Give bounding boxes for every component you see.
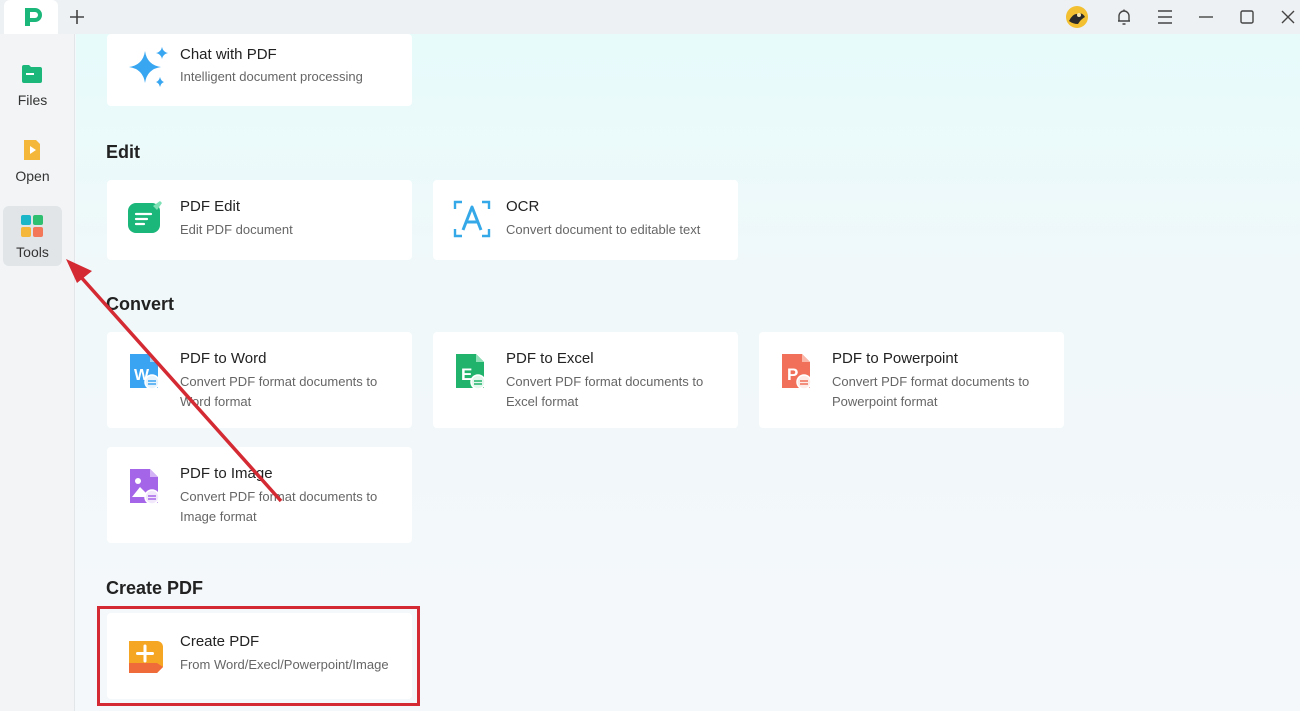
sidebar-item-tools[interactable]: Tools	[3, 206, 62, 266]
ocr-card[interactable]: OCR Convert document to editable text	[433, 180, 738, 260]
sidebar-item-label: Open	[15, 168, 50, 184]
card-description: Convert PDF format documents to Excel fo…	[506, 374, 704, 409]
pdf-edit-icon	[128, 201, 162, 233]
card-title: OCR	[506, 198, 540, 215]
card-description: Convert PDF format documents to Powerpoi…	[832, 374, 1030, 409]
sidebar: Files Open Tools	[0, 34, 75, 711]
avatar[interactable]	[1064, 4, 1090, 30]
pdf-edit-card[interactable]: PDF Edit Edit PDF document	[107, 180, 412, 260]
open-icon	[24, 140, 40, 160]
excel-icon: E	[456, 354, 486, 390]
sparkle-icon	[129, 47, 168, 87]
app-tab[interactable]	[4, 0, 58, 34]
card-description: Convert PDF format documents to Image fo…	[180, 489, 378, 524]
card-description: Convert document to editable text	[506, 222, 701, 237]
card-title: PDF to Powerpoint	[832, 350, 958, 367]
card-title: PDF Edit	[180, 198, 241, 215]
chat-with-pdf-card[interactable]: Chat with PDF Intelligent document proce…	[107, 34, 412, 106]
pdf-to-powerpoint-card[interactable]: P PDF to Powerpoint Convert PDF format d…	[759, 332, 1064, 428]
bell-icon[interactable]	[1111, 4, 1137, 30]
menu-icon[interactable]	[1152, 4, 1178, 30]
tools-panel: Chat with PDF Intelligent document proce…	[76, 34, 1300, 711]
section-title-convert: Convert	[106, 294, 175, 314]
create-pdf-icon	[129, 641, 163, 673]
pdf-to-excel-card[interactable]: E PDF to Excel Convert PDF format docume…	[433, 332, 738, 428]
ocr-icon	[453, 200, 491, 238]
tools-icon	[21, 215, 43, 237]
pdf-to-image-card[interactable]: PDF to Image Convert PDF format document…	[107, 447, 412, 543]
app-logo-icon	[25, 8, 42, 26]
section-title-edit: Edit	[106, 142, 140, 162]
minimize-icon[interactable]	[1193, 4, 1219, 30]
card-title: Create PDF	[180, 633, 260, 650]
word-icon: W	[130, 354, 160, 390]
create-pdf-card[interactable]: Create PDF From Word/Execl/Powerpoint/Im…	[107, 613, 412, 699]
title-bar	[0, 0, 1300, 34]
sidebar-item-open[interactable]: Open	[3, 130, 62, 190]
image-icon	[130, 469, 160, 505]
maximize-icon[interactable]	[1234, 4, 1260, 30]
files-icon	[22, 65, 42, 83]
powerpoint-icon: P	[782, 354, 812, 390]
card-description: Convert PDF format documents to Word for…	[180, 374, 378, 409]
sidebar-item-label: Tools	[16, 244, 49, 260]
new-tab-icon[interactable]	[66, 6, 88, 28]
pdf-to-word-card[interactable]: W PDF to Word Convert PDF format documen…	[107, 332, 412, 428]
card-description: Intelligent document processing	[180, 69, 363, 84]
sidebar-item-files[interactable]: Files	[3, 54, 62, 114]
card-title: PDF to Image	[180, 465, 273, 482]
card-title: Chat with PDF	[180, 46, 277, 63]
card-description: Edit PDF document	[180, 222, 293, 237]
sidebar-item-label: Files	[17, 92, 48, 108]
close-icon[interactable]	[1275, 4, 1300, 30]
card-title: PDF to Word	[180, 350, 267, 367]
card-title: PDF to Excel	[506, 350, 594, 367]
section-title-create-pdf: Create PDF	[106, 578, 204, 598]
card-description: From Word/Execl/Powerpoint/Image	[180, 657, 389, 672]
